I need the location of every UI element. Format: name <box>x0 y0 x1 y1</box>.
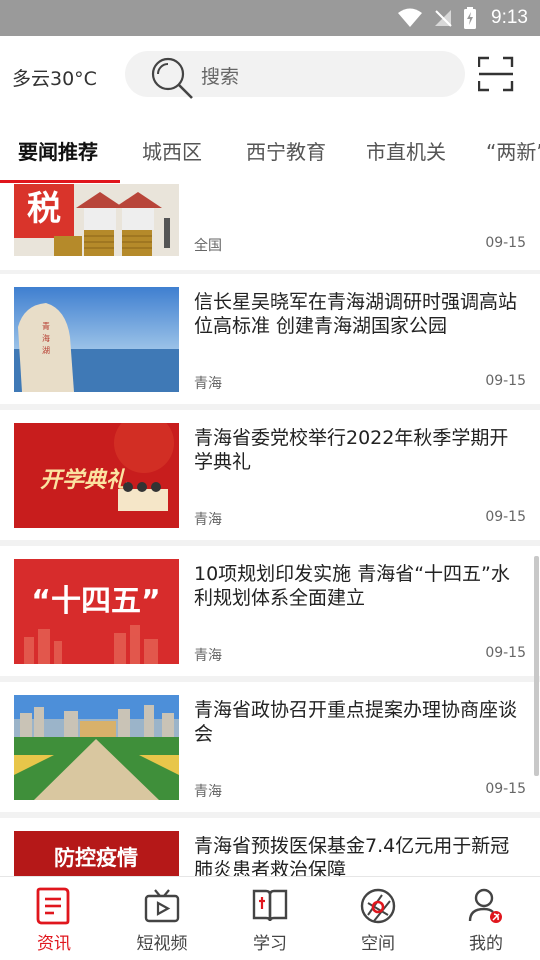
news-icon <box>36 887 70 925</box>
nav-study[interactable]: 学习 <box>216 877 324 960</box>
nav-space-label: 空间 <box>361 934 395 954</box>
news-thumbnail: “十四五” <box>14 559 179 664</box>
tab-liangxin[interactable]: “两新” <box>486 136 540 165</box>
news-title: 青海省政协召开重点提案办理协商座谈会 <box>194 699 518 745</box>
search-placeholder: 搜索 <box>201 66 240 88</box>
news-date: 09-15 <box>485 781 526 797</box>
scrollbar[interactable] <box>534 556 539 776</box>
news-item[interactable]: 税 全国 09-15 <box>0 184 540 270</box>
svg-text:湖: 湖 <box>42 346 50 355</box>
news-date: 09-15 <box>485 373 526 389</box>
tv-icon <box>144 889 180 923</box>
news-title: 青海省委党校举行2022年秋季学期开学典礼 <box>194 427 509 473</box>
header: 多云30°C 搜索 <box>0 36 540 114</box>
news-title: 10项规划印发实施 青海省“十四五”水利规划体系全面建立 <box>194 563 510 609</box>
news-title: 信长星吴晓军在青海湖调研时强调高站位高标准 创建青海湖国家公园 <box>194 291 518 337</box>
aperture-icon <box>360 888 396 924</box>
news-thumbnail: 青海湖 <box>14 287 179 392</box>
bottom-nav: 资讯 短视频 学习 空间 我的 <box>0 876 540 960</box>
nav-short-video-label: 短视频 <box>136 934 188 954</box>
news-source: 全国 <box>194 238 222 254</box>
nav-profile-label: 我的 <box>469 934 503 954</box>
status-time: 9:13 <box>491 7 528 28</box>
active-tab-indicator <box>0 180 120 183</box>
status-bar: 9:13 <box>0 0 540 36</box>
news-item[interactable]: 青海湖 信长星吴晓军在青海湖调研时强调高站位高标准 创建青海湖国家公园 青海 0… <box>0 274 540 404</box>
news-item[interactable]: “十四五” 10项规划印发实施 青海省“十四五”水利规划体系全面建立 青海 09… <box>0 546 540 676</box>
search-bar[interactable]: 搜索 <box>125 51 465 99</box>
news-feed[interactable]: 税 全国 09-15 青 海 湖 信长星吴晓军在青海湖调研时强调高站位高标准 创… <box>0 184 540 876</box>
nav-space[interactable]: 空间 <box>324 877 432 960</box>
news-title: 青海省预拨医保基金7.4亿元用于新冠肺炎患者救治保障 <box>194 835 510 876</box>
search-icon <box>151 57 193 99</box>
news-date: 09-15 <box>485 235 526 251</box>
nav-profile[interactable]: 我的 <box>432 877 540 960</box>
news-source: 青海 <box>194 648 222 664</box>
image-caption: 开学典礼 <box>40 467 129 493</box>
news-source: 青海 <box>194 512 222 528</box>
news-source: 青海 <box>194 784 222 800</box>
news-date: 09-15 <box>485 509 526 525</box>
battery-icon <box>464 7 477 29</box>
news-date: 09-15 <box>485 645 526 661</box>
news-item[interactable]: 开学典礼 青海省委党校举行2022年秋季学期开学典礼 青海 09-15 <box>0 410 540 540</box>
nav-news[interactable]: 资讯 <box>0 877 108 960</box>
svg-text:税: 税 <box>27 189 61 229</box>
nav-short-video[interactable]: 短视频 <box>108 877 216 960</box>
news-item[interactable]: 青海省政协召开重点提案办理协商座谈会 青海 09-15 <box>0 682 540 812</box>
tab-xining-edu[interactable]: 西宁教育 <box>246 136 326 165</box>
image-caption: 防控疫情 <box>54 846 138 870</box>
news-thumbnail: 防控疫情 <box>14 831 179 876</box>
svg-text:海: 海 <box>42 333 50 343</box>
scan-icon[interactable] <box>478 56 514 92</box>
tab-yaowen[interactable]: 要闻推荐 <box>18 136 98 165</box>
no-signal-icon <box>435 10 452 27</box>
book-icon <box>252 889 288 922</box>
news-source: 青海 <box>194 376 222 392</box>
tab-shizhi[interactable]: 市直机关 <box>366 136 446 165</box>
wifi-icon <box>398 8 423 27</box>
image-caption: “十四五” <box>31 584 160 619</box>
nav-study-label: 学习 <box>253 934 287 954</box>
profile-icon <box>468 888 502 923</box>
category-tabs: 要闻推荐 城西区 西宁教育 市直机关 “两新” <box>0 114 540 184</box>
news-thumbnail: 税 <box>14 184 179 256</box>
nav-news-label: 资讯 <box>37 934 71 954</box>
tab-chengxi[interactable]: 城西区 <box>142 136 202 165</box>
weather-label[interactable]: 多云30°C <box>12 64 97 91</box>
news-item[interactable]: 防控疫情 青海省预拨医保基金7.4亿元用于新冠肺炎患者救治保障 <box>0 818 540 876</box>
news-thumbnail: 开学典礼 <box>14 423 179 528</box>
news-thumbnail <box>14 695 179 800</box>
svg-text:青: 青 <box>42 321 50 331</box>
